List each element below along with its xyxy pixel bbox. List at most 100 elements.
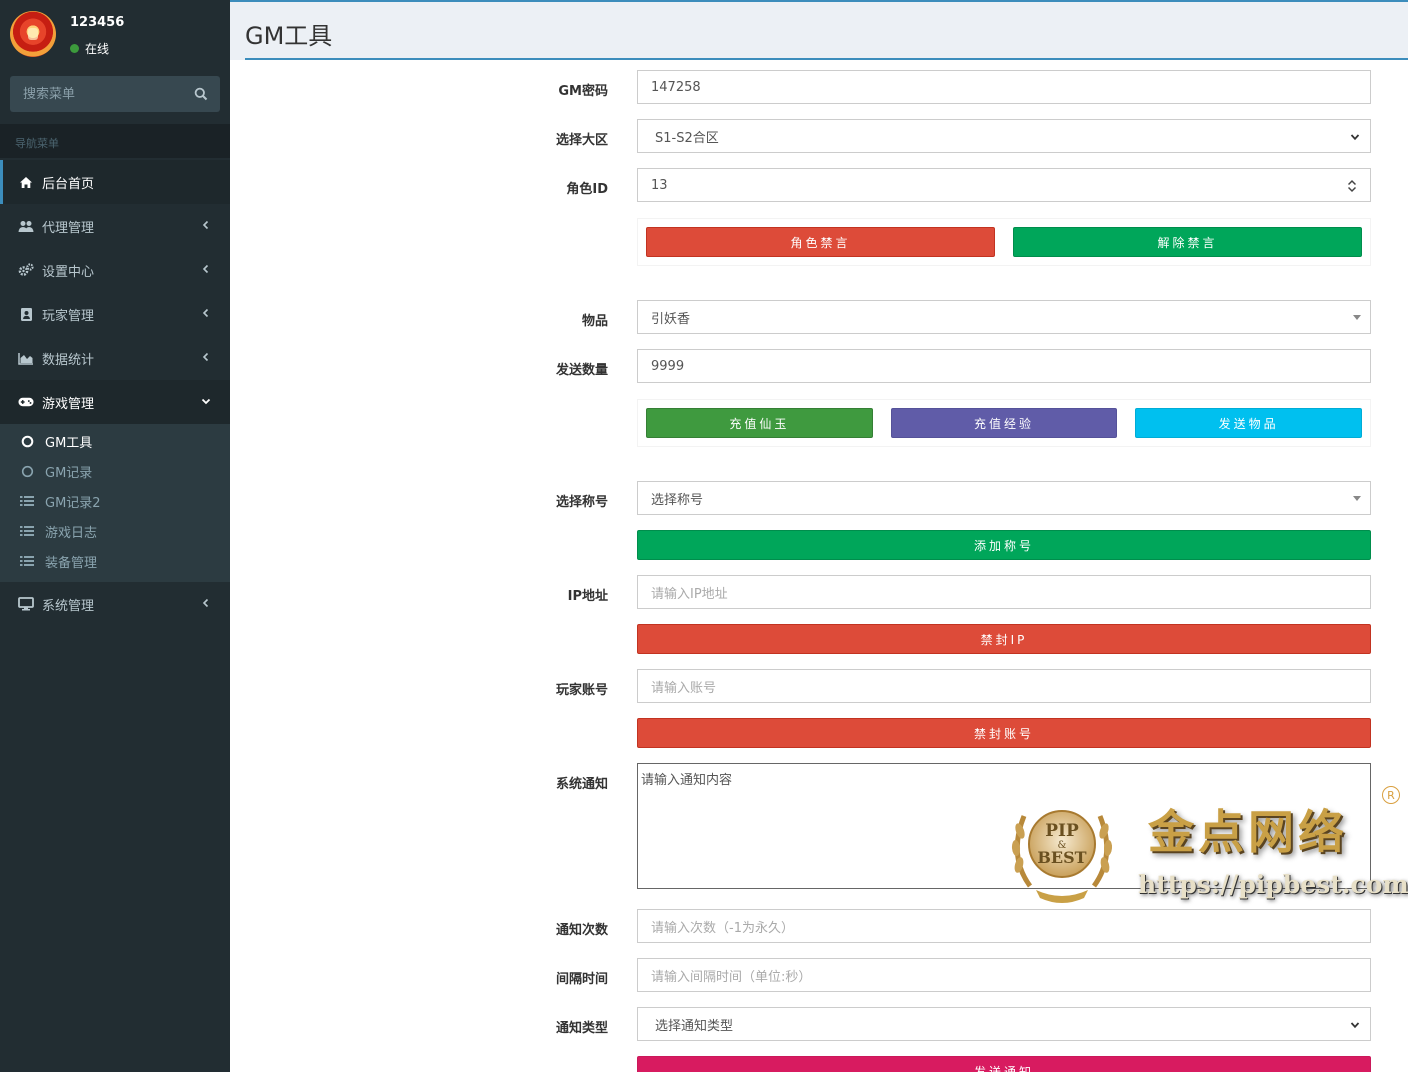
- sidebar-item-label: 系统管理: [42, 598, 95, 614]
- gm-password-label: GM密码: [558, 84, 608, 99]
- sidebar-item-label: 玩家管理: [42, 308, 95, 324]
- sidebar-item-settings[interactable]: 设置中心: [0, 248, 230, 292]
- ip-input[interactable]: 请输入IP地址: [637, 575, 1371, 609]
- search-input[interactable]: [10, 76, 220, 112]
- sidebar-search: [0, 64, 230, 124]
- sidebar-item-label: 后台首页: [42, 176, 95, 192]
- add-title-button[interactable]: 添加称号: [637, 530, 1371, 560]
- server-select-value: S1-S2合区: [655, 130, 719, 146]
- game-submenu: GM工具 GM记录 GM记录2 游戏日志 装备管理: [0, 424, 230, 582]
- interval-input[interactable]: 请输入间隔时间（单位:秒）: [637, 958, 1371, 992]
- caret-down-icon: [1353, 315, 1361, 320]
- role-id-label: 角色ID: [566, 182, 608, 197]
- online-dot-icon: [70, 44, 79, 53]
- account-input[interactable]: 请输入账号: [637, 669, 1371, 703]
- submenu-item-label: 游戏日志: [45, 525, 98, 541]
- list-icon: [20, 554, 34, 568]
- notice-count-label: 通知次数: [555, 923, 608, 938]
- submenu-item-gm-log[interactable]: GM记录: [0, 456, 230, 486]
- submenu-item-label: GM工具: [45, 435, 93, 451]
- user-name: 123456: [70, 15, 125, 30]
- submenu-item-label: GM记录2: [45, 495, 101, 511]
- submenu-item-game-log[interactable]: 游戏日志: [0, 516, 230, 546]
- submenu-item-gm-tool[interactable]: GM工具: [0, 426, 230, 456]
- search-icon[interactable]: [194, 87, 208, 101]
- circle-icon: [20, 464, 34, 478]
- submenu-item-gm-log2[interactable]: GM记录2: [0, 486, 230, 516]
- content-header: GM工具: [230, 0, 1408, 60]
- list-icon: [20, 524, 34, 538]
- desktop-icon: [18, 596, 34, 612]
- search-box: [10, 76, 220, 112]
- id-card-icon: [18, 306, 34, 322]
- header-divider: [245, 58, 1408, 60]
- circle-icon: [20, 434, 34, 448]
- recharge-jade-button[interactable]: 充值仙玉: [646, 408, 873, 438]
- send-qty-input[interactable]: 9999: [637, 349, 1371, 383]
- cogs-icon: [18, 262, 34, 278]
- item-button-group: 充值仙玉 充值经验 发送物品: [637, 399, 1371, 447]
- server-select[interactable]: S1-S2合区: [637, 119, 1371, 153]
- role-id-input[interactable]: 13: [637, 168, 1371, 202]
- server-label: 选择大区: [555, 133, 608, 148]
- main-content: GM工具 GM密码 147258 选择大区 S1-S2合区 角色ID 13 角色…: [230, 0, 1408, 1072]
- notice-type-value: 选择通知类型: [655, 1018, 734, 1034]
- chevron-left-icon: [202, 264, 209, 274]
- submenu-item-label: 装备管理: [45, 555, 98, 571]
- chevron-left-icon: [202, 220, 209, 230]
- interval-label: 间隔时间: [555, 972, 608, 987]
- notice-textarea[interactable]: 请输入通知内容: [637, 763, 1371, 889]
- submenu-item-equipment[interactable]: 装备管理: [0, 546, 230, 576]
- sidebar-item-label: 游戏管理: [42, 396, 95, 412]
- gm-password-input[interactable]: 147258: [637, 70, 1371, 104]
- submenu-item-label: GM记录: [45, 465, 93, 481]
- title-select-label: 选择称号: [555, 495, 608, 510]
- user-status: 在线: [70, 40, 109, 57]
- chevron-left-icon: [202, 598, 209, 608]
- notice-label: 系统通知: [555, 777, 608, 792]
- send-qty-label: 发送数量: [555, 363, 608, 378]
- caret-down-icon: [1353, 496, 1361, 501]
- send-notice-button[interactable]: 发送通知: [637, 1056, 1371, 1072]
- sidebar-item-label: 代理管理: [42, 220, 95, 236]
- sidebar-item-label: 设置中心: [42, 264, 95, 280]
- item-select[interactable]: 引妖香: [637, 300, 1371, 334]
- sidebar-item-stats[interactable]: 数据统计: [0, 336, 230, 380]
- send-item-button[interactable]: 发送物品: [1135, 408, 1363, 438]
- mute-role-button[interactable]: 角色禁言: [646, 227, 995, 257]
- notice-count-input[interactable]: 请输入次数（-1为永久）: [637, 909, 1371, 943]
- user-status-label: 在线: [85, 42, 110, 56]
- users-icon: [18, 218, 34, 234]
- sidebar-item-players[interactable]: 玩家管理: [0, 292, 230, 336]
- notice-type-select[interactable]: 选择通知类型: [637, 1007, 1371, 1041]
- gamepad-icon: [18, 394, 34, 410]
- item-label: 物品: [581, 314, 608, 329]
- area-chart-icon: [18, 350, 34, 366]
- chevron-down-icon: [201, 398, 211, 405]
- notice-type-label: 通知类型: [555, 1021, 608, 1036]
- user-panel: 123456 在线: [0, 0, 230, 64]
- sidebar-item-home[interactable]: 后台首页: [0, 160, 230, 204]
- account-label: 玩家账号: [555, 683, 608, 698]
- unmute-role-button[interactable]: 解除禁言: [1013, 227, 1362, 257]
- chevron-down-icon: [1350, 1022, 1360, 1029]
- chevron-left-icon: [202, 352, 209, 362]
- page-title: GM工具: [245, 22, 333, 50]
- title-select-value: 选择称号: [651, 492, 704, 508]
- ip-label: IP地址: [567, 589, 608, 604]
- sidebar-item-game[interactable]: 游戏管理: [0, 380, 230, 424]
- role-id-value: 13: [651, 177, 668, 193]
- item-select-value: 引妖香: [651, 311, 691, 327]
- sidebar-menu: 后台首页 代理管理 设置中心 玩家管理 数据统计 游戏管理 GM工具 GM记录 …: [0, 160, 230, 626]
- number-spinner-icon[interactable]: [1348, 178, 1356, 194]
- recharge-exp-button[interactable]: 充值经验: [890, 408, 1118, 438]
- title-select[interactable]: 选择称号: [637, 481, 1371, 515]
- ban-account-button[interactable]: 禁封账号: [637, 718, 1371, 748]
- mute-button-group: 角色禁言 解除禁言: [637, 218, 1371, 266]
- sidebar-item-system[interactable]: 系统管理: [0, 582, 230, 626]
- chevron-left-icon: [202, 308, 209, 318]
- ban-ip-button[interactable]: 禁封IP: [637, 624, 1371, 654]
- sidebar-item-agent[interactable]: 代理管理: [0, 204, 230, 248]
- nav-header: 导航菜单: [0, 124, 230, 158]
- list-icon: [20, 494, 34, 508]
